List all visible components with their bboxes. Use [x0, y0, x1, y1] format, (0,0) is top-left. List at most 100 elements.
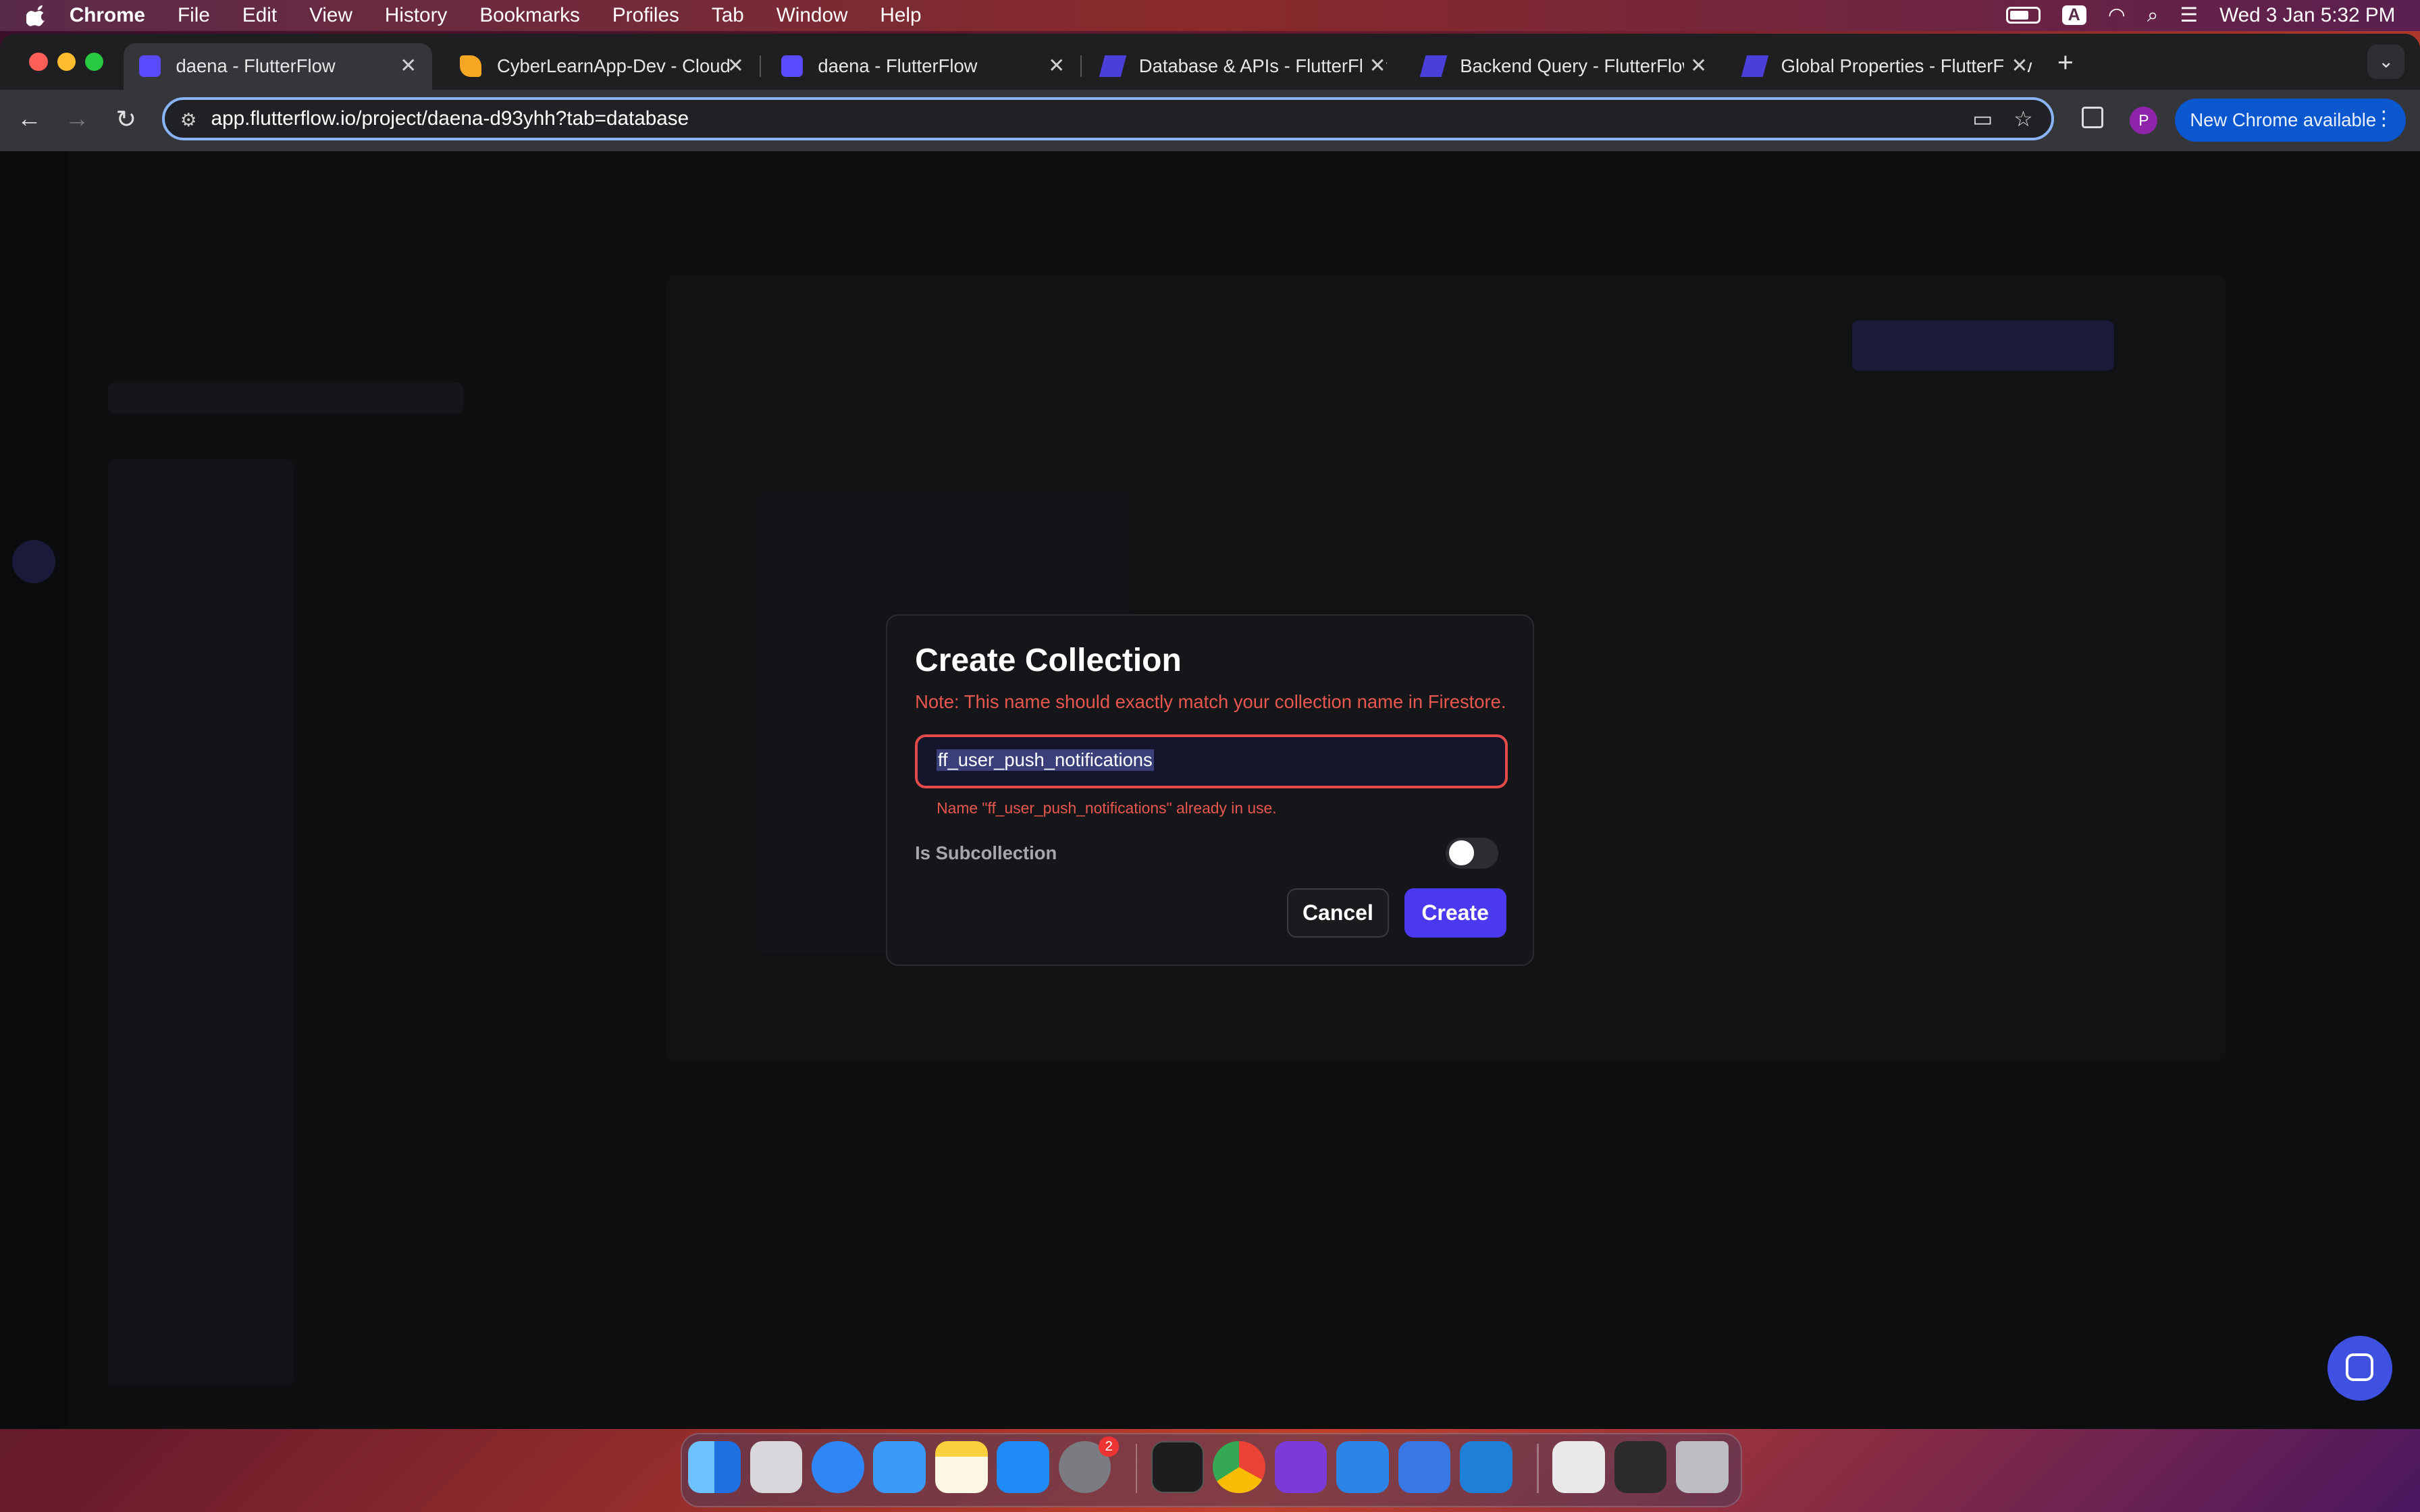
support-chat-button[interactable]	[2327, 1336, 2392, 1401]
notes-icon[interactable]	[935, 1440, 988, 1494]
vscode-icon[interactable]	[1459, 1440, 1512, 1494]
add-field-button-placeholder	[1851, 321, 2115, 371]
finder-icon[interactable]	[688, 1440, 741, 1494]
flutterflow-icon	[781, 55, 803, 78]
battery-icon[interactable]	[2006, 7, 2041, 24]
dialog-title: Create Collection	[915, 642, 1182, 678]
tab-backend-query[interactable]: Backend Query - FlutterFlow ✕	[1408, 43, 1722, 90]
subcollection-toggle[interactable]	[1446, 837, 1499, 869]
tab-title: daena - FlutterFlow	[818, 55, 978, 77]
back-icon[interactable]: ←	[17, 105, 42, 133]
tab-title: Database & APIs - FlutterFlow	[1138, 55, 1387, 77]
tab-title: daena - FlutterFlow	[176, 55, 336, 77]
close-tab-icon[interactable]: ✕	[1683, 53, 1707, 78]
terminal-icon[interactable]	[1151, 1440, 1204, 1494]
install-app-icon[interactable]: ▭	[1972, 106, 1993, 132]
menu-view[interactable]: View	[309, 4, 352, 27]
menu-history[interactable]: History	[385, 4, 447, 27]
tab-global-properties[interactable]: Global Properties - FlutterFlow ✕	[1729, 43, 2043, 90]
flutterflow-nav-rail	[0, 151, 68, 1429]
collection-name-input[interactable]: ff_user_push_notifications	[915, 734, 1508, 788]
subcollection-label: Is Subcollection	[915, 842, 1057, 863]
wifi-icon[interactable]: ◠	[2108, 3, 2126, 27]
chrome-icon[interactable]	[1213, 1440, 1265, 1494]
flutterflow-icon	[1741, 55, 1769, 78]
menu-bookmarks[interactable]: Bookmarks	[479, 4, 580, 27]
site-settings-icon[interactable]: ⚙	[180, 109, 197, 131]
macos-menu-bar: Chrome File Edit View History Bookmarks …	[0, 0, 2420, 31]
reload-icon[interactable]: ↻	[115, 105, 136, 134]
zoom-window-button[interactable]	[84, 52, 104, 72]
control-center-icon[interactable]: ☰	[2180, 3, 2198, 27]
instruments-icon[interactable]	[1398, 1440, 1451, 1494]
tab-strip: daena - FlutterFlow ✕ CyberLearnApp-Dev …	[0, 34, 2420, 90]
url-text[interactable]: app.flutterflow.io/project/daena-d93yhh?…	[211, 107, 689, 130]
chrome-window: daena - FlutterFlow ✕ CyberLearnApp-Dev …	[0, 34, 2420, 1429]
cancel-button[interactable]: Cancel	[1286, 888, 1389, 938]
bookmark-star-icon[interactable]: ☆	[2014, 106, 2033, 132]
create-collection-dialog: Create Collection Note: This name should…	[885, 614, 1534, 966]
update-label: New Chrome available	[2190, 109, 2377, 131]
close-tab-icon[interactable]: ✕	[400, 54, 417, 78]
menu-help[interactable]: Help	[880, 4, 921, 27]
tab-title: Global Properties - FlutterFlow	[1781, 55, 2032, 77]
address-bar[interactable]: ⚙ app.flutterflow.io/project/daena-d93yh…	[161, 97, 2055, 140]
screenshot-icon[interactable]	[1614, 1440, 1667, 1494]
dock-separator	[1537, 1444, 1539, 1494]
feedback-assistant-icon[interactable]	[1274, 1440, 1327, 1494]
tab-daena-flutterflow[interactable]: daena - FlutterFlow ✕	[123, 43, 432, 90]
menu-edit[interactable]: Edit	[242, 4, 277, 27]
apple-icon[interactable]	[26, 5, 48, 26]
flutterflow-icon	[1099, 55, 1127, 78]
tab-daena-flutterflow-2[interactable]: daena - FlutterFlow ✕	[766, 43, 1082, 90]
safari-icon[interactable]	[811, 1440, 864, 1494]
preview-icon[interactable]	[1552, 1440, 1605, 1494]
clock[interactable]: Wed 3 Jan 5:32 PM	[2219, 4, 2395, 27]
browser-toolbar: ← → ↻ ⚙ app.flutterflow.io/project/daena…	[0, 89, 2420, 151]
close-tab-icon[interactable]: ✕	[1048, 54, 1065, 78]
flutterflow-icon	[138, 55, 161, 78]
create-button[interactable]: Create	[1404, 888, 1506, 938]
name-error-message: Name "ff_user_push_notifications" alread…	[937, 799, 1277, 817]
input-source-icon[interactable]: A	[2061, 5, 2086, 26]
close-tab-icon[interactable]: ✕	[727, 54, 744, 78]
menu-tab[interactable]: Tab	[712, 4, 744, 27]
tab-cyberlearnapp[interactable]: CyberLearnApp-Dev - Cloud ✕	[444, 43, 761, 90]
settings-badge: 2	[1099, 1436, 1120, 1457]
dialog-note: Note: This name should exactly match you…	[915, 691, 1506, 712]
menu-window[interactable]: Window	[777, 4, 848, 27]
menu-app-name[interactable]: Chrome	[70, 4, 145, 27]
trash-icon[interactable]	[1675, 1440, 1729, 1494]
tab-database-apis[interactable]: Database & APIs - FlutterFlow ✕	[1086, 43, 1401, 90]
collections-search-placeholder	[107, 382, 463, 414]
xcode-icon[interactable]	[1336, 1440, 1389, 1494]
tab-title: Backend Query - FlutterFlow	[1460, 55, 1696, 77]
toggle-knob	[1448, 840, 1474, 865]
tab-separator	[759, 55, 761, 78]
collection-name-value[interactable]: ff_user_push_notifications	[936, 749, 1155, 771]
new-tab-icon[interactable]: +	[2057, 47, 2074, 78]
nav-rail-active-item	[12, 539, 56, 583]
menu-profiles[interactable]: Profiles	[612, 4, 679, 27]
firebase-icon	[460, 55, 482, 78]
collections-list-panel	[93, 151, 479, 1429]
forward-icon[interactable]: →	[65, 105, 90, 133]
chat-icon	[2346, 1353, 2374, 1381]
close-tab-icon[interactable]: ✕	[2005, 53, 2028, 78]
close-window-button[interactable]	[29, 52, 48, 72]
chevron-down-icon[interactable]: ⌄	[2367, 45, 2405, 79]
more-menu-icon[interactable]: ⋮	[2373, 107, 2394, 130]
tab-separator	[1080, 55, 1082, 78]
side-panel-icon[interactable]	[2082, 106, 2104, 128]
search-icon[interactable]: ⌕	[2147, 4, 2159, 27]
app-store-icon[interactable]	[997, 1440, 1049, 1494]
macos-dock	[680, 1433, 1742, 1507]
launchpad-icon[interactable]	[749, 1440, 803, 1494]
chrome-update-button[interactable]: New Chrome available ⋮	[2174, 99, 2406, 142]
minimize-window-button[interactable]	[57, 52, 76, 72]
mail-icon[interactable]	[873, 1440, 926, 1494]
menu-file[interactable]: File	[178, 4, 210, 27]
close-tab-icon[interactable]: ✕	[1363, 53, 1386, 78]
avatar[interactable]: P	[2130, 106, 2158, 134]
collections-list-placeholder	[107, 460, 294, 1386]
